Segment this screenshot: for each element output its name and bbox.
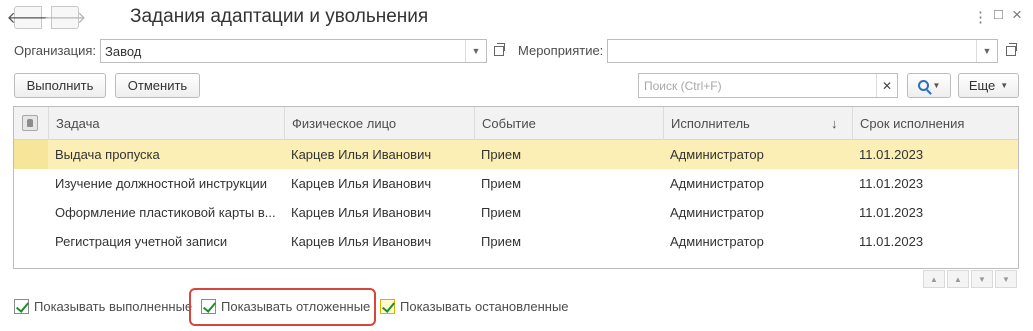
scroll-buttons: ▲ ▲ ▼ ▼ xyxy=(923,270,1017,288)
search-button[interactable]: ▼ xyxy=(907,73,951,98)
cell-task: Изучение должностной инструкции xyxy=(55,176,268,191)
checkbox-checked-icon[interactable] xyxy=(201,299,216,314)
event-label: Мероприятие: xyxy=(518,43,604,58)
scroll-up-button[interactable]: ▲ xyxy=(947,270,969,288)
column-header-person[interactable]: Физическое лицо xyxy=(284,107,474,140)
cell-executor: Администратор xyxy=(670,234,764,249)
cell-person: Карцев Илья Иванович xyxy=(291,205,432,220)
event-field[interactable]: ▼ xyxy=(607,39,998,63)
chevron-down-icon[interactable]: ▼ xyxy=(465,40,486,62)
cell-person: Карцев Илья Иванович xyxy=(291,147,432,162)
more-label: Еще xyxy=(968,78,996,93)
more-button[interactable]: Еще ▼ xyxy=(958,73,1019,98)
checkbox-checked-icon[interactable] xyxy=(380,299,395,314)
search-icon xyxy=(917,80,929,91)
search-placeholder: Поиск (Ctrl+F) xyxy=(644,78,722,93)
search-input[interactable]: Поиск (Ctrl+F) ✕ xyxy=(638,73,898,98)
scroll-down-button[interactable]: ▼ xyxy=(971,270,993,288)
cell-event: Прием xyxy=(481,176,522,191)
show-completed-checkbox[interactable]: Показывать выполненные xyxy=(14,299,192,314)
open-link-icon xyxy=(494,43,505,56)
cell-executor: Администратор xyxy=(670,147,764,162)
cell-event: Прием xyxy=(481,234,522,249)
table-row[interactable]: Изучение должностной инструкции Карцев Ил… xyxy=(14,169,1018,198)
organization-field[interactable]: Завод ▼ xyxy=(100,39,487,63)
chevron-down-icon: ▼ xyxy=(1000,81,1009,90)
back-button[interactable]: 🡐 xyxy=(7,6,49,29)
cell-task: Выдача пропуска xyxy=(55,147,160,162)
table-row[interactable]: Оформление пластиковой карты в... Карцев … xyxy=(14,198,1018,227)
show-stopped-label: Показывать остановленные xyxy=(400,299,569,314)
checkbox-checked-icon[interactable] xyxy=(14,299,29,314)
show-postponed-checkbox[interactable]: Показывать отложенные xyxy=(201,299,370,314)
cell-event: Прием xyxy=(481,205,522,220)
cell-event: Прием xyxy=(481,147,522,162)
tasks-table[interactable]: Задача Физическое лицо Событие Исполните… xyxy=(13,106,1019,269)
clear-icon[interactable]: ✕ xyxy=(876,74,897,97)
open-link-icon xyxy=(1006,43,1017,56)
more-vertical-icon[interactable]: ⋮ xyxy=(973,8,988,26)
cancel-button[interactable]: Отменить xyxy=(115,73,200,98)
column-settings-icon[interactable] xyxy=(22,115,38,131)
cell-deadline: 11.01.2023 xyxy=(859,176,924,191)
cell-deadline: 11.01.2023 xyxy=(859,205,924,220)
show-postponed-label: Показывать отложенные xyxy=(221,299,371,314)
organization-label: Организация: xyxy=(14,43,97,58)
open-event-button[interactable] xyxy=(1002,40,1020,62)
cell-person: Карцев Илья Иванович xyxy=(291,176,432,191)
scroll-bottom-button[interactable]: ▼ xyxy=(995,270,1017,288)
column-header-event[interactable]: Событие xyxy=(474,107,663,140)
cell-deadline: 11.01.2023 xyxy=(859,234,924,249)
table-row[interactable]: Выдача пропуска Карцев Илья Иванович Прием… xyxy=(14,140,1018,169)
cell-task: Оформление пластиковой карты в... xyxy=(55,205,276,220)
arrow-right-icon: 🡒 xyxy=(43,10,87,27)
row-marker xyxy=(14,140,48,169)
execute-button[interactable]: Выполнить xyxy=(14,73,106,98)
cell-executor: Администратор xyxy=(670,205,764,220)
column-header-executor-label: Исполнитель xyxy=(671,116,750,131)
organization-value: Завод xyxy=(105,43,142,59)
sort-arrow-icon: ↓ xyxy=(831,116,838,131)
column-header-deadline[interactable]: Срок исполнения xyxy=(852,107,1018,140)
forward-button[interactable]: 🡒 xyxy=(44,6,86,29)
table-header: Задача Физическое лицо Событие Исполните… xyxy=(14,107,1018,140)
open-organization-button[interactable] xyxy=(490,40,508,62)
page-title: Задания адаптации и увольнения xyxy=(130,6,429,27)
show-stopped-checkbox[interactable]: Показывать остановленные xyxy=(380,299,569,314)
show-completed-label: Показывать выполненные xyxy=(34,299,193,314)
close-icon[interactable]: × xyxy=(1012,5,1022,25)
column-header-executor[interactable]: Исполнитель ↓ xyxy=(663,107,852,140)
scroll-top-button[interactable]: ▲ xyxy=(923,270,945,288)
chevron-down-icon[interactable]: ▼ xyxy=(976,40,997,62)
table-row[interactable]: Регистрация учетной записи Карцев Илья Ив… xyxy=(14,227,1018,256)
cell-deadline: 11.01.2023 xyxy=(859,147,924,162)
cell-person: Карцев Илья Иванович xyxy=(291,234,432,249)
column-header-task[interactable]: Задача xyxy=(48,107,284,140)
chevron-down-icon: ▼ xyxy=(932,81,941,90)
maximize-icon[interactable]: □ xyxy=(994,6,1003,23)
cell-task: Регистрация учетной записи xyxy=(55,234,228,249)
cell-executor: Администратор xyxy=(670,176,764,191)
